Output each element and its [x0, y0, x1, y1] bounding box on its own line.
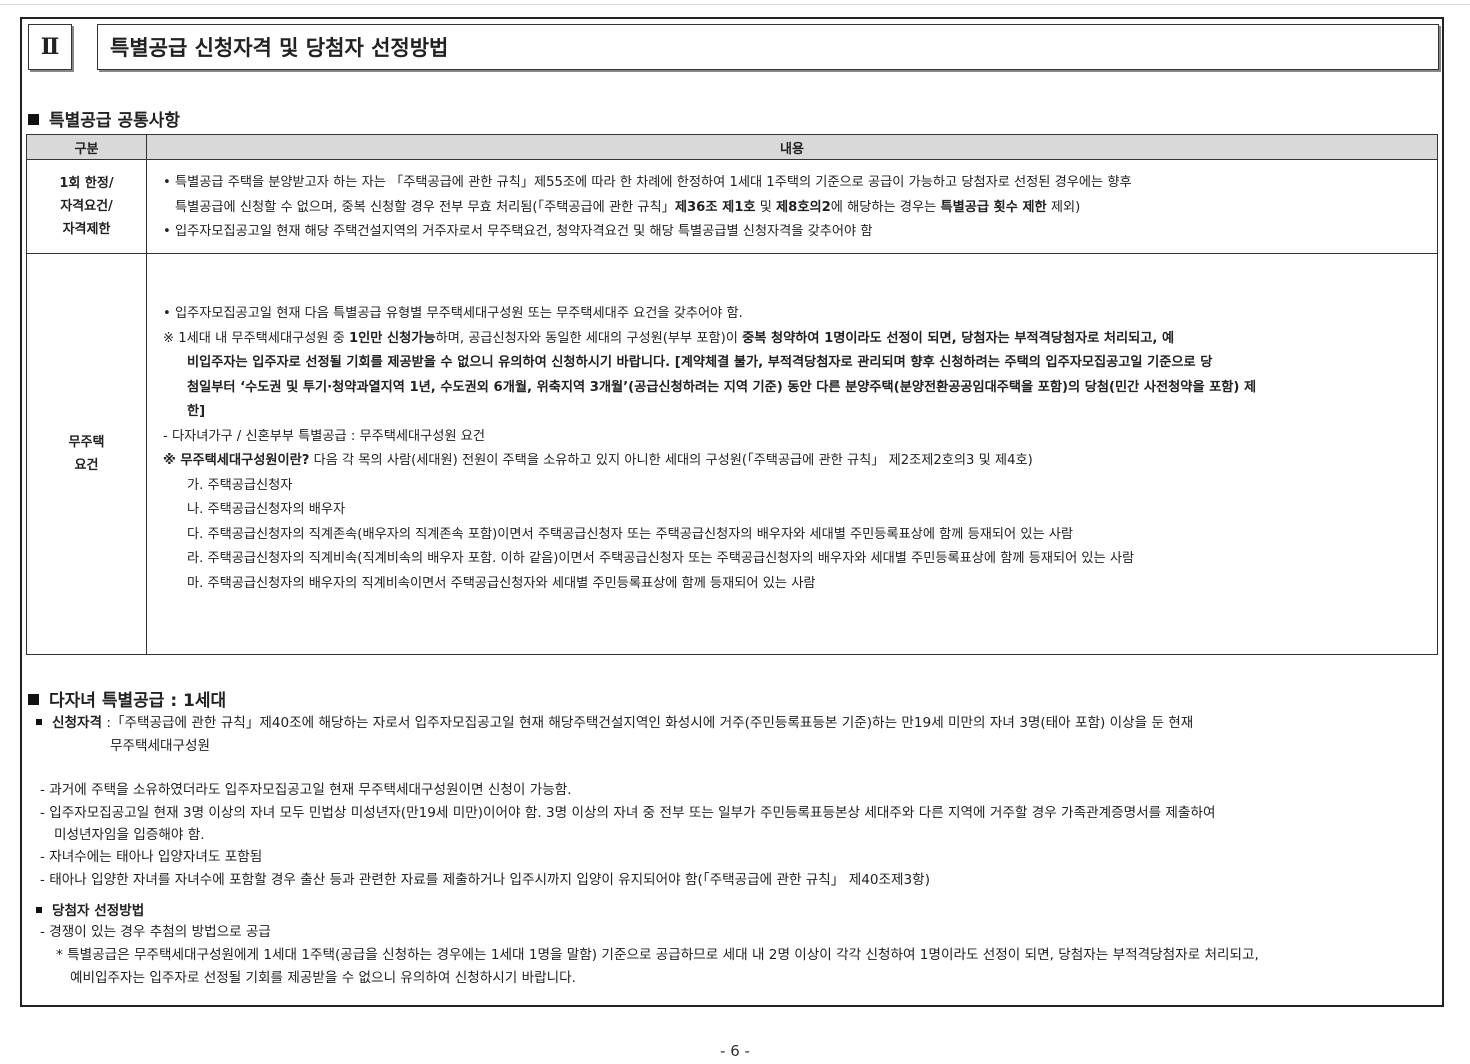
- section-title: 특별공급 신청자격 및 당첨자 선정방법: [97, 24, 1439, 70]
- bold-text: 제8호의2: [776, 199, 831, 215]
- selection-heading: 당첨자 선정방법: [36, 899, 144, 919]
- row1-label-line: 자격제한: [62, 222, 111, 237]
- row2-dash1: - 다자녀가구 / 신혼부부 특별공급 : 무주택세대구성원 요건: [163, 428, 486, 444]
- bullet-icon: [36, 907, 42, 913]
- selection-label: 당첨자 선정방법: [52, 903, 145, 919]
- text: 다음 각 목의 사람(세대원) 전원이 주택을 소유하고 있지 아니한 세대의 …: [309, 453, 1033, 468]
- multi-dash1: - 과거에 주택을 소유하였더라도 입주자모집공고일 현재 무주택세대구성원이면…: [40, 782, 572, 798]
- multi-heading-text: 다자녀 특별공급 : 1세대: [49, 691, 227, 711]
- text: 및: [755, 199, 777, 215]
- row2-label: 무주택 요건: [26, 253, 147, 655]
- row2-note1-line4: 한]: [187, 404, 206, 419]
- qualification-text: :「주택공급에 관한 규칙」제40조에 해당하는 자로서 입주자모집공고일 현재…: [102, 715, 1194, 731]
- square-bullet-icon: [28, 694, 39, 705]
- list-item: 가. 주택공급신청자: [187, 477, 293, 493]
- col-label-header: 구분: [26, 134, 147, 160]
- top-rule: [0, 4, 1470, 5]
- text: 특별공급에 신청할 수 없으며, 중복 신청할 경우 전부 무효 처리됨(「주택…: [175, 199, 675, 215]
- list-item: 나. 주택공급신청자의 배우자: [187, 502, 346, 517]
- qualification-line1: 신청자격 :「주택공급에 관한 규칙」제40조에 해당하는 자로서 입주자모집공…: [36, 711, 1193, 731]
- list-item: 라. 주택공급신청자의 직계비속(직계비속의 배우자 포함. 이하 같음)이면서…: [187, 551, 1135, 566]
- list-item: 마. 주택공급신청자의 배우자의 직계비속이면서 주택공급신청자와 세대별 주민…: [187, 575, 816, 591]
- row2-label-line: 무주택: [68, 435, 105, 450]
- row2-note1-line1: ※ 1세대 내 무주택세대구성원 중 1인만 신청가능하며, 공급신청자와 동일…: [163, 327, 1427, 352]
- bullet-icon: [36, 719, 42, 725]
- bold-text: 중복 청약하여 1명이라도 선정이 되면, 당첨자는 부적격당첨자로 처리되고,…: [742, 330, 1175, 346]
- text: 제외): [1046, 199, 1081, 215]
- selection-dash1: - 경쟁이 있는 경우 추첨의 방법으로 공급: [40, 924, 271, 940]
- text: 에 해당하는 경우는: [830, 199, 941, 215]
- row1-bullet2: • 입주자모집공고일 현재 해당 주택건설지역의 거주자로서 무주택요건, 청약…: [163, 224, 873, 239]
- bold-text: 1인만 신청가능: [349, 330, 436, 346]
- row2-content: • 입주자모집공고일 현재 다음 특별공급 유형별 무주택세대구성원 또는 무주…: [146, 253, 1438, 655]
- row2-note2: ※ 무주택세대구성원이란? 다음 각 목의 사람(세대원) 전원이 주택을 소유…: [163, 449, 1427, 474]
- common-heading: 특별공급 공통사항: [28, 106, 180, 131]
- section-number: Ⅱ: [28, 24, 72, 70]
- page-number: - 6 -: [720, 1042, 750, 1060]
- table-row: 1회 한정/ 자격요건/ 자격제한 • 특별공급 주택을 분양받고자 하는 자는…: [26, 159, 1438, 254]
- row2-note1-line2: 비입주자는 입주자로 선정될 기회를 제공받을 수 없으니 유의하여 신청하시기…: [187, 355, 1213, 370]
- row2-bullet1: • 입주자모집공고일 현재 다음 특별공급 유형별 무주택세대구성원 또는 무주…: [163, 306, 743, 321]
- multi-dash2-line1: - 입주자모집공고일 현재 3명 이상의 자녀 모두 민법상 미성년자(만19세…: [40, 805, 1216, 821]
- list-item: 다. 주택공급신청자의 직계존속(배우자의 직계존속 포함)이면서 주택공급신청…: [187, 526, 1074, 542]
- row1-bullet1-line2: 특별공급에 신청할 수 없으며, 중복 신청할 경우 전부 무효 처리됨(「주택…: [163, 196, 1427, 221]
- qualification-line2: 무주택세대구성원: [110, 738, 211, 754]
- multi-dash4: - 태아나 입양한 자녀를 자녀수에 포함할 경우 출산 등과 관련한 자료를 …: [40, 872, 930, 888]
- text: 하며, 공급신청자와 동일한 세대의 구성원(부부 포함)이: [435, 330, 743, 346]
- row1-bullet1-line1: • 특별공급 주택을 분양받고자 하는 자는 「주택공급에 관한 규칙」제55조…: [163, 175, 1132, 190]
- row1-label-line: 자격요건/: [60, 199, 113, 214]
- multi-dash3: - 자녀수에는 태아나 입양자녀도 포함됨: [40, 849, 263, 865]
- row2-note1-line3: 첨일부터 ‘수도권 및 투기·청약과열지역 1년, 수도권외 6개월, 위축지역…: [187, 379, 1257, 395]
- row2-label-line: 요건: [74, 458, 99, 473]
- common-heading-text: 특별공급 공통사항: [49, 111, 181, 131]
- selection-note-line1: * 특별공급은 무주택세대구성원에게 1세대 1주택(공급을 신청하는 경우에는…: [56, 947, 1259, 963]
- row1-label-line: 1회 한정/: [59, 176, 114, 191]
- row1-content: • 특별공급 주택을 분양받고자 하는 자는 「주택공급에 관한 규칙」제55조…: [146, 159, 1438, 254]
- bold-text: ※ 무주택세대구성원이란?: [163, 453, 310, 468]
- text: ※ 1세대 내 무주택세대구성원 중: [163, 330, 349, 346]
- common-table: 구분 내용 1회 한정/ 자격요건/ 자격제한 • 특별공급 주택을 분양받고자…: [26, 134, 1438, 655]
- multi-dash2-line2: 미성년자임을 입증해야 함.: [54, 827, 205, 843]
- qualification-label: 신청자격: [52, 715, 103, 731]
- bold-text: 특별공급 횟수 제한: [940, 199, 1047, 215]
- table-row: 무주택 요건 • 입주자모집공고일 현재 다음 특별공급 유형별 무주택세대구성…: [26, 253, 1438, 655]
- selection-note-line2: 예비입주자는 입주자로 선정될 기회를 제공받을 수 없으니 유의하여 신청하시…: [70, 970, 576, 986]
- multi-heading: 다자녀 특별공급 : 1세대: [28, 686, 226, 711]
- square-bullet-icon: [28, 114, 39, 125]
- col-content-header: 내용: [146, 134, 1438, 160]
- table-header-row: 구분 내용: [26, 134, 1438, 160]
- bold-text: 제36조 제1호: [674, 199, 756, 215]
- row1-label: 1회 한정/ 자격요건/ 자격제한: [26, 159, 147, 254]
